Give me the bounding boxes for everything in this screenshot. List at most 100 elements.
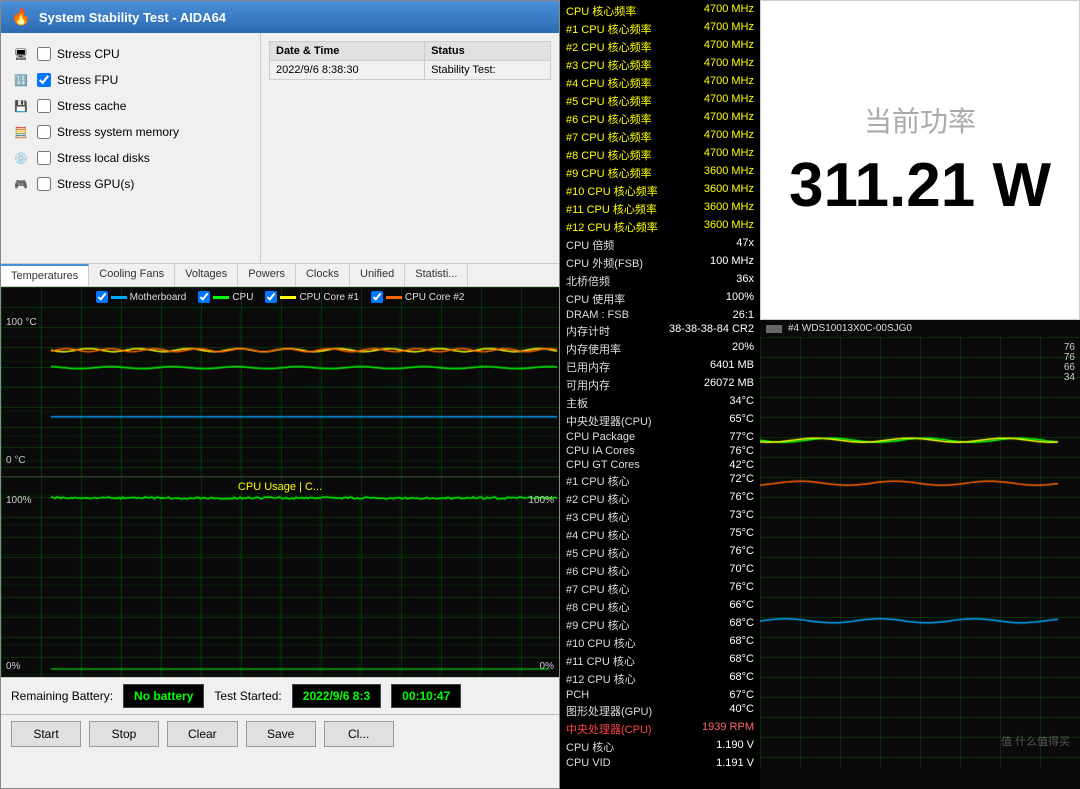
duration: 00:10:47 bbox=[391, 684, 461, 708]
stress-memory-label: Stress system memory bbox=[57, 125, 179, 139]
legend-cpu-core2-label: CPU Core #2 bbox=[405, 292, 464, 303]
cache-icon: 💾 bbox=[11, 98, 31, 114]
stat-row: 北桥倍频36x bbox=[564, 272, 756, 290]
disk-val-34: 34 bbox=[1064, 372, 1075, 383]
stat-row: #2 CPU 核心频率4700 MHz bbox=[564, 38, 756, 56]
stat-row: #1 CPU 核心频率 4700 MHz bbox=[564, 20, 756, 38]
stat-name: #3 CPU 核心 bbox=[566, 509, 630, 525]
clear-button[interactable]: Clear bbox=[167, 721, 238, 747]
stat-name: 主板 bbox=[566, 395, 588, 411]
stress-cpu-item[interactable]: 🖥 Stress CPU bbox=[11, 43, 250, 65]
stat-name: 可用内存 bbox=[566, 377, 610, 393]
tab-cooling-fans[interactable]: Cooling Fans bbox=[89, 264, 175, 286]
stat-value: 42°C bbox=[729, 459, 754, 471]
tab-clocks[interactable]: Clocks bbox=[296, 264, 350, 286]
legend-cpu-cb[interactable] bbox=[198, 291, 210, 303]
legend-cpu-core1-label: CPU Core #1 bbox=[299, 292, 358, 303]
start-button[interactable]: Start bbox=[11, 721, 81, 747]
stat-row: #9 CPU 核心频率3600 MHz bbox=[564, 164, 756, 182]
stat-value: 40°C bbox=[729, 703, 754, 719]
stat-name: #8 CPU 核心频率 bbox=[566, 147, 652, 163]
stress-fpu-item[interactable]: 🔢 Stress FPU bbox=[11, 69, 250, 91]
stat-row: CPU Package77°C bbox=[564, 430, 756, 444]
tab-statistics[interactable]: Statisti... bbox=[405, 264, 468, 286]
stat-value: 75°C bbox=[729, 527, 754, 543]
stat-name: 图形处理器(GPU) bbox=[566, 703, 652, 719]
stat-row: #2 CPU 核心 76°C bbox=[564, 490, 756, 508]
close-button[interactable]: Cl... bbox=[324, 721, 394, 747]
stress-cache-label: Stress cache bbox=[57, 99, 126, 113]
stat-value: 4700 MHz bbox=[704, 39, 754, 55]
stat-row: CPU IA Cores76°C bbox=[564, 444, 756, 458]
stress-cache-checkbox[interactable] bbox=[37, 99, 51, 113]
stat-value: 3600 MHz bbox=[704, 219, 754, 235]
legend-cpu-core1-cb[interactable] bbox=[265, 291, 277, 303]
stat-name: #10 CPU 核心频率 bbox=[566, 183, 658, 199]
stat-name: CPU 核心 bbox=[566, 739, 614, 755]
tab-voltages[interactable]: Voltages bbox=[175, 264, 238, 286]
legend-motherboard-label: Motherboard bbox=[130, 292, 187, 303]
disk-chart-panel: #4 WDS10013X0C-00SJG0 76 76 66 34 bbox=[760, 320, 1080, 789]
stat-row: #7 CPU 核心频率4700 MHz bbox=[564, 128, 756, 146]
stat-row: 图形处理器(GPU) 40°C bbox=[564, 702, 756, 720]
disk-chart-canvas bbox=[760, 337, 1080, 767]
stress-disks-item[interactable]: 💿 Stress local disks bbox=[11, 147, 250, 169]
stat-name: #2 CPU 核心 bbox=[566, 491, 630, 507]
temperature-chart: Motherboard CPU CPU Core #1 CPU Core #2 … bbox=[1, 287, 559, 477]
save-button[interactable]: Save bbox=[246, 721, 316, 747]
stress-gpu-checkbox[interactable] bbox=[37, 177, 51, 191]
stat-value: 3600 MHz bbox=[704, 165, 754, 181]
app-icon: 🔥 bbox=[11, 7, 31, 27]
tab-powers[interactable]: Powers bbox=[238, 264, 296, 286]
stop-button[interactable]: Stop bbox=[89, 721, 159, 747]
tabs-bar: Temperatures Cooling Fans Voltages Power… bbox=[1, 263, 559, 287]
disk-color-indicator bbox=[766, 325, 782, 333]
stat-row: #4 CPU 核心75°C bbox=[564, 526, 756, 544]
stat-value: 76°C bbox=[729, 491, 754, 507]
stat-row: 可用内存26072 MB bbox=[564, 376, 756, 394]
stat-row: PCH67°C bbox=[564, 688, 756, 702]
stat-row: CPU 外频(FSB)100 MHz bbox=[564, 254, 756, 272]
stress-fpu-checkbox[interactable] bbox=[37, 73, 51, 87]
stat-row: CPU 核心频率4700 MHz bbox=[564, 2, 756, 20]
temp-chart-y-max: 100 °C bbox=[6, 317, 37, 328]
stress-cpu-checkbox[interactable] bbox=[37, 47, 51, 61]
tab-unified[interactable]: Unified bbox=[350, 264, 405, 286]
log-table: Date & Time Status 2022/9/6 8:38:30 Stab… bbox=[269, 41, 551, 80]
stress-memory-checkbox[interactable] bbox=[37, 125, 51, 139]
stat-value: 66°C bbox=[729, 599, 754, 615]
stat-row: 已用内存6401 MB bbox=[564, 358, 756, 376]
test-label: Test Started: bbox=[214, 689, 281, 703]
disk-header: #4 WDS10013X0C-00SJG0 bbox=[760, 320, 1080, 337]
stress-disks-checkbox[interactable] bbox=[37, 151, 51, 165]
stat-name: 内存计时 bbox=[566, 323, 610, 339]
right-panel: Date & Time Status 2022/9/6 8:38:30 Stab… bbox=[261, 33, 559, 263]
fpu-icon: 🔢 bbox=[11, 72, 31, 88]
gpu-icon: 🎮 bbox=[11, 176, 31, 192]
disk-icon: 💿 bbox=[11, 150, 31, 166]
stat-value: 68°C bbox=[729, 635, 754, 651]
stat-value: 4700 MHz bbox=[704, 57, 754, 73]
stress-cache-item[interactable]: 💾 Stress cache bbox=[11, 95, 250, 117]
stat-value: 72°C bbox=[729, 473, 754, 489]
stat-value: 3600 MHz bbox=[704, 201, 754, 217]
stress-memory-item[interactable]: 🧮 Stress system memory bbox=[11, 121, 250, 143]
stat-row: #8 CPU 核心频率4700 MHz bbox=[564, 146, 756, 164]
stress-gpu-item[interactable]: 🎮 Stress GPU(s) bbox=[11, 173, 250, 195]
stat-value: 68°C bbox=[729, 671, 754, 687]
stat-row: #12 CPU 核心68°C bbox=[564, 670, 756, 688]
stat-name: CPU 核心频率 bbox=[566, 3, 636, 19]
cpu-usage-canvas bbox=[1, 477, 559, 677]
legend-cpu-core2-cb[interactable] bbox=[371, 291, 383, 303]
stress-fpu-label: Stress FPU bbox=[57, 73, 118, 87]
stat-name: #1 CPU 核心频率 bbox=[566, 21, 652, 37]
stat-value: 4700 MHz bbox=[704, 21, 754, 37]
chart-legend: Motherboard CPU CPU Core #1 CPU Core #2 bbox=[1, 291, 559, 303]
stat-name: #6 CPU 核心 bbox=[566, 563, 630, 579]
legend-motherboard-cb[interactable] bbox=[96, 291, 108, 303]
stat-name: #5 CPU 核心 bbox=[566, 545, 630, 561]
power-label: 当前功率 bbox=[864, 100, 976, 140]
tab-temperatures[interactable]: Temperatures bbox=[1, 264, 89, 286]
temp-chart-canvas bbox=[1, 287, 559, 476]
log-status: Stability Test: bbox=[425, 61, 551, 80]
